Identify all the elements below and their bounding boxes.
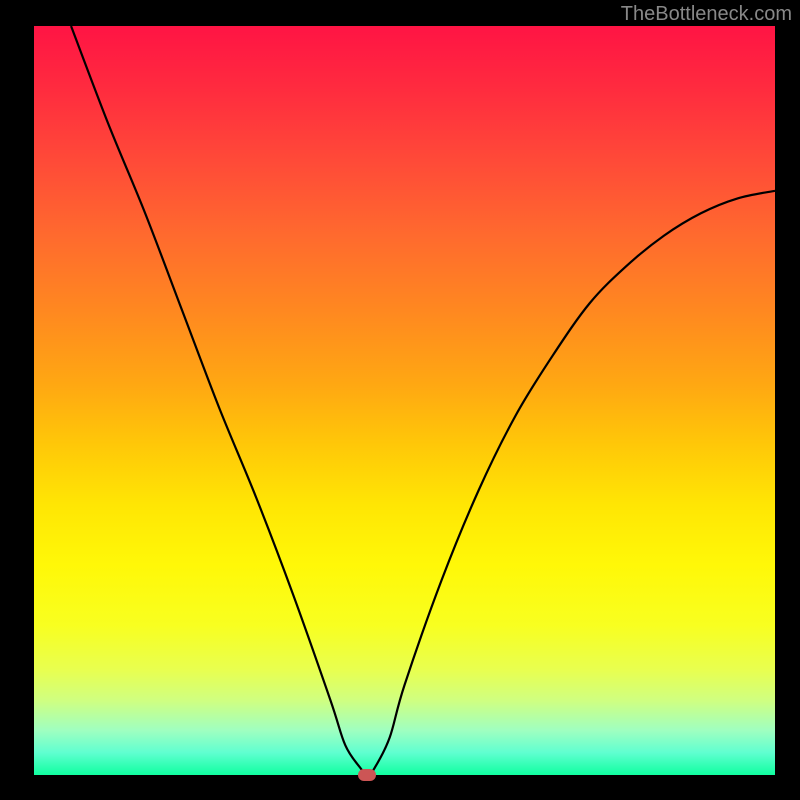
bottleneck-curve: [34, 26, 775, 775]
chart-plot-area: [34, 26, 775, 775]
optimal-point-marker: [358, 769, 376, 781]
watermark-text: TheBottleneck.com: [621, 3, 792, 26]
